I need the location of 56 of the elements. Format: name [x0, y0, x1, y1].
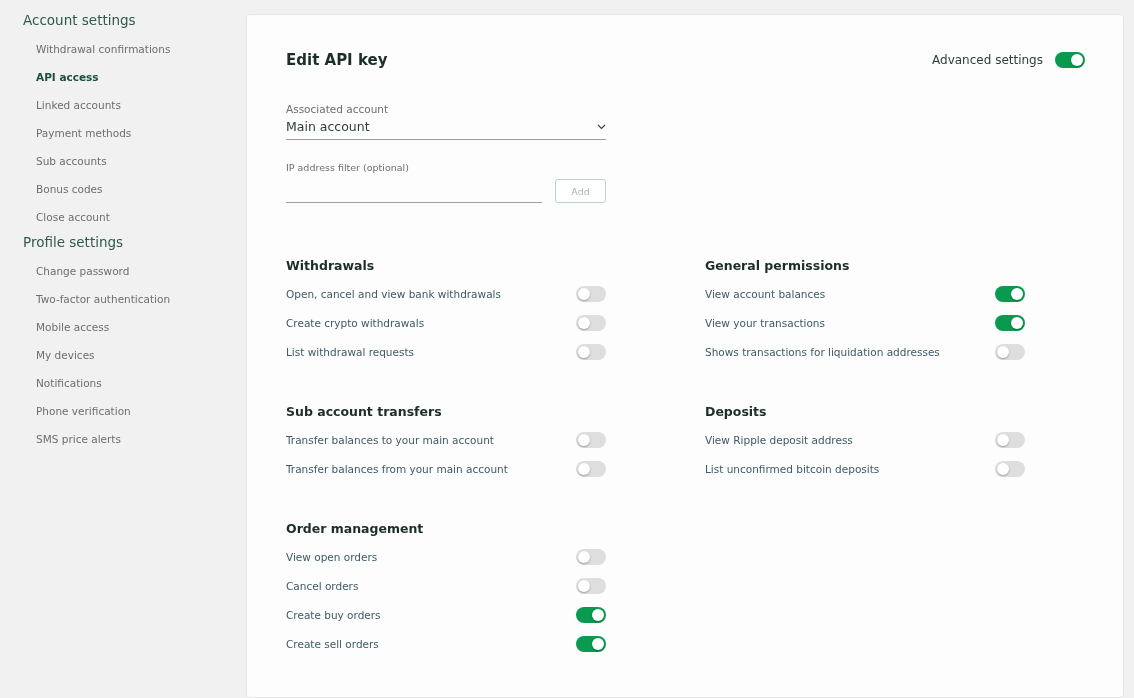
permission-label: Open, cancel and view bank withdrawals	[286, 287, 501, 300]
permission-label: Transfer balances to your main account	[286, 433, 494, 446]
toggle-switch[interactable]	[1055, 52, 1085, 68]
permission-label: Cancel orders	[286, 579, 359, 592]
section-heading: General permissions	[705, 258, 851, 275]
section-heading: Withdrawals	[286, 258, 376, 275]
toggle-switch[interactable]	[576, 635, 606, 652]
permission-label: List withdrawal requests	[286, 345, 415, 358]
sidebar-item[interactable]: API access	[0, 64, 246, 92]
permission-label: Create crypto withdrawals	[286, 316, 425, 329]
permission-label: Create sell orders	[286, 637, 379, 650]
toggle-switch[interactable]	[995, 460, 1025, 477]
section-heading: Sub account transfers	[286, 404, 443, 421]
sidebar-item[interactable]: Change password	[0, 258, 246, 286]
sidebar-item[interactable]: Linked accounts	[0, 92, 246, 120]
page-title: Edit API key	[286, 51, 388, 69]
section-heading: Order management	[286, 521, 425, 538]
toggle-switch[interactable]	[576, 577, 606, 594]
permission-label: View your transactions	[705, 316, 825, 329]
sidebar-item[interactable]: SMS price alerts	[0, 426, 246, 454]
sidebar-item[interactable]: Phone verification	[0, 398, 246, 426]
field-label: IP address filter (optional)	[286, 162, 410, 173]
toggle-switch[interactable]	[576, 343, 606, 360]
sidebar-item[interactable]: Two-factor authentication	[0, 286, 246, 314]
toggle-switch[interactable]	[576, 606, 606, 623]
toggle-switch[interactable]	[576, 548, 606, 565]
section-heading: Deposits	[705, 404, 768, 421]
sidebar-heading: Profile settings	[22, 233, 125, 252]
chevron-down-icon	[597, 123, 606, 130]
sidebar-item[interactable]: Payment methods	[0, 120, 246, 148]
toggle-switch[interactable]	[576, 431, 606, 448]
toggle-switch[interactable]	[995, 314, 1025, 331]
sidebar-item[interactable]: Close account	[0, 204, 246, 232]
permission-label: List unconfirmed bitcoin deposits	[705, 462, 880, 475]
sidebar-heading: Account settings	[22, 11, 137, 30]
field-label: Associated account	[286, 103, 390, 115]
sidebar-item[interactable]: Sub accounts	[0, 148, 246, 176]
permission-label: View open orders	[286, 550, 378, 563]
permission-label: Transfer balances from your main account	[286, 462, 508, 475]
toggle-switch[interactable]	[995, 343, 1025, 360]
sidebar-item[interactable]: My devices	[0, 342, 246, 370]
sidebar-item[interactable]: Bonus codes	[0, 176, 246, 204]
toggle-switch[interactable]	[995, 285, 1025, 302]
toggle-switch[interactable]	[995, 431, 1025, 448]
permission-label: Shows transactions for liquidation addresses	[705, 345, 940, 358]
permission-label: View Ripple deposit address	[705, 433, 853, 446]
sidebar-item[interactable]: Withdrawal confirmations	[0, 36, 246, 64]
advanced-settings-label: Advanced settings	[932, 53, 1043, 67]
sidebar-item[interactable]: Notifications	[0, 370, 246, 398]
permission-label: Create buy orders	[286, 608, 381, 621]
toggle-switch[interactable]	[576, 314, 606, 331]
toggle-switch[interactable]	[576, 460, 606, 477]
toggle-switch[interactable]	[576, 285, 606, 302]
permission-label: View account balances	[705, 287, 826, 300]
sidebar-item[interactable]: Mobile access	[0, 314, 246, 342]
account-dropdown[interactable]: Main account	[286, 115, 606, 140]
